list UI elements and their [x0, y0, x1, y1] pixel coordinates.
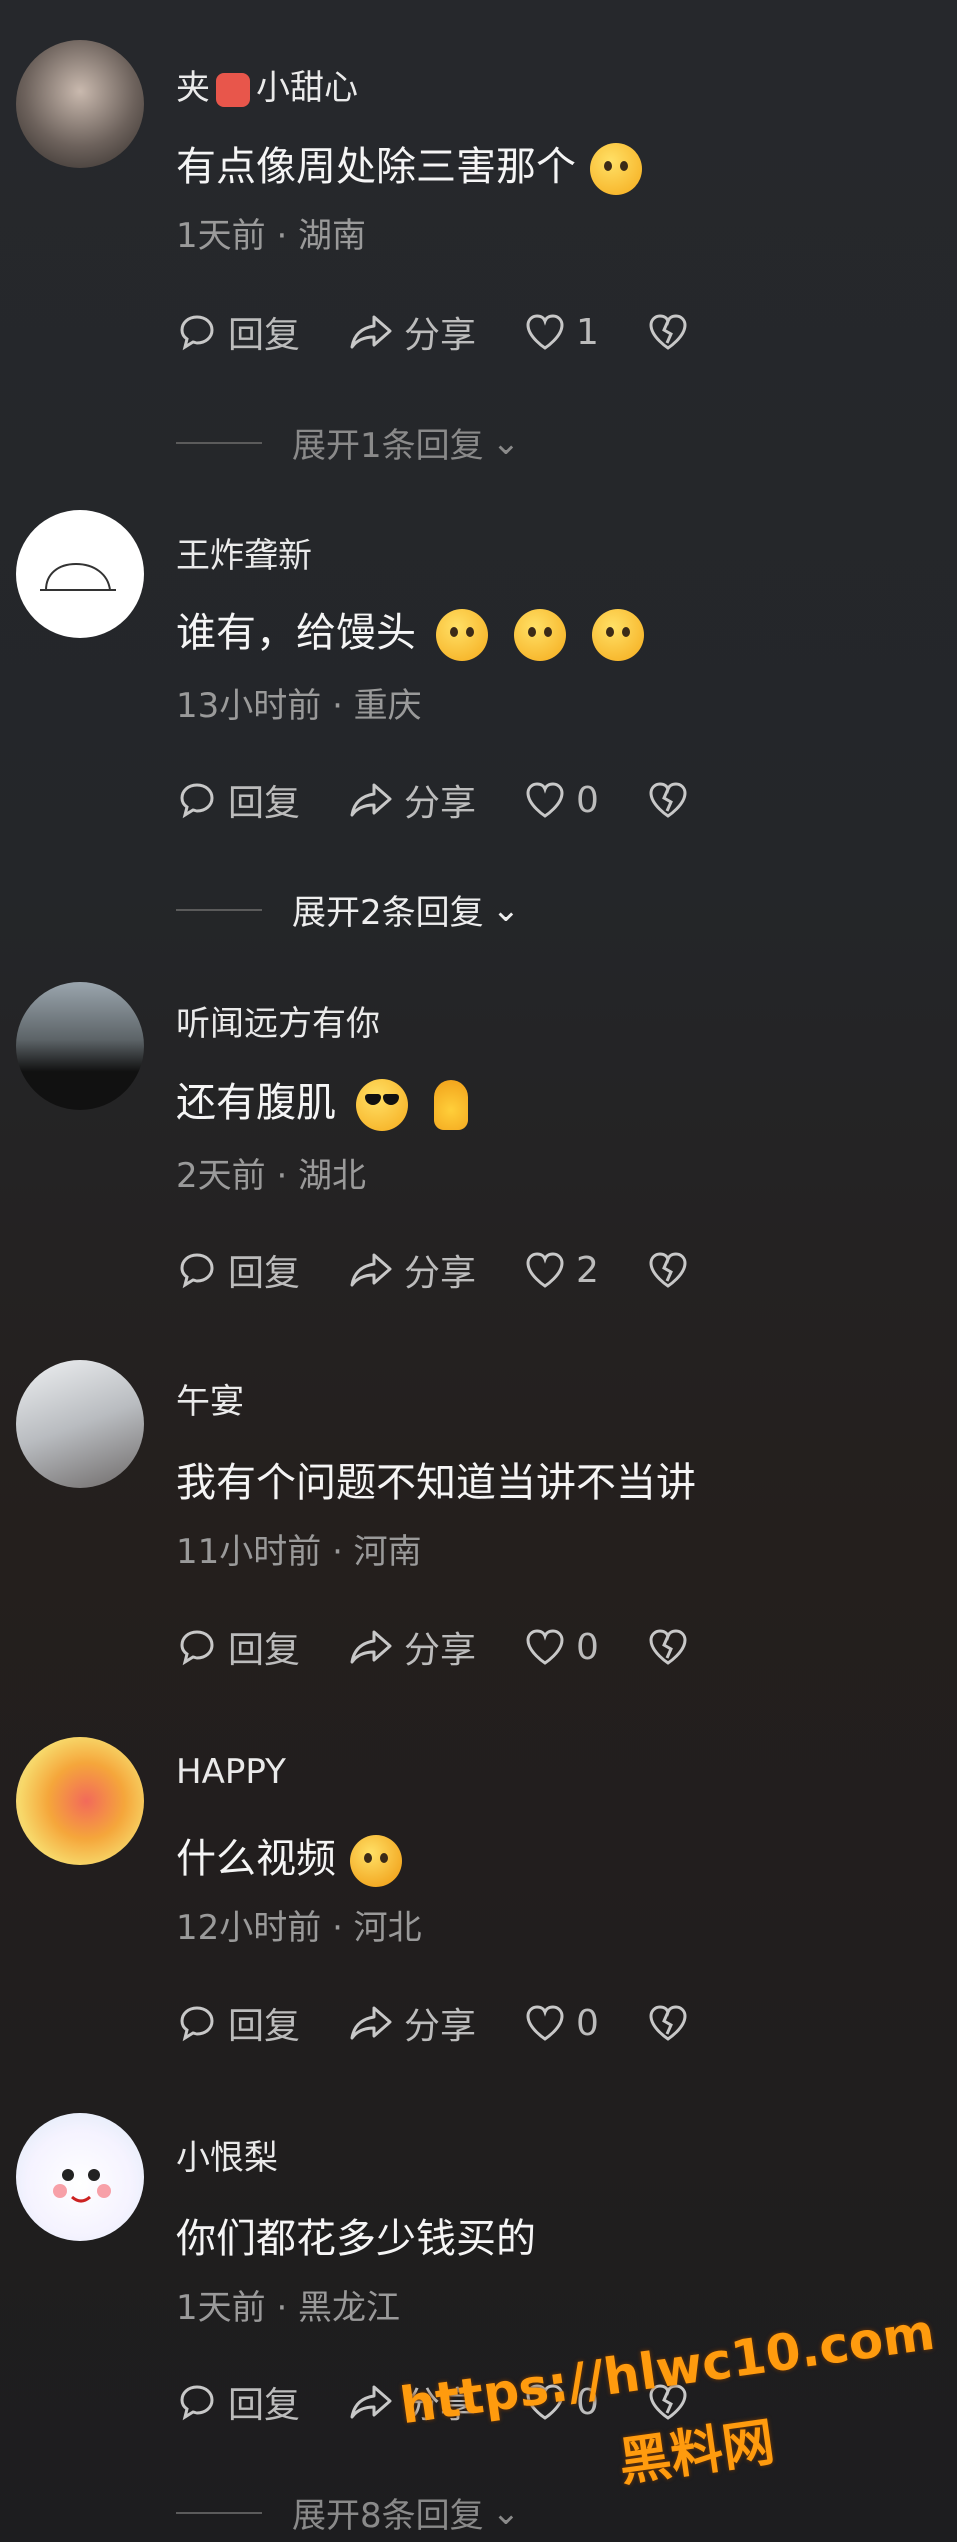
reply-button[interactable]: 回复: [176, 1244, 300, 1296]
comment-username[interactable]: 午宴: [176, 1374, 244, 1423]
comment-text: 有点像周处除三害那个: [176, 134, 642, 195]
reply-bubble-icon: [180, 1630, 214, 1666]
comment-text: 谁有，给馒头: [176, 600, 644, 661]
comment-actions: 回复 分享 0: [176, 1620, 747, 1674]
salute-emoji-icon: [514, 609, 566, 661]
comment-meta: 2天前 · 湖北: [176, 1156, 367, 1196]
emoji-icon: [216, 72, 250, 107]
share-button[interactable]: 分享: [348, 774, 476, 826]
avatar[interactable]: [16, 510, 144, 638]
divider-line: [176, 441, 262, 444]
broken-heart-icon: [649, 2005, 687, 2041]
chevron-down-icon: ⌄: [491, 422, 521, 463]
comment-actions: 回复 分享 0: [176, 773, 747, 827]
heart-icon: [526, 782, 564, 818]
expand-replies-button[interactable]: 展开8条回复 ⌄: [176, 2488, 520, 2537]
dislike-button[interactable]: [647, 780, 699, 820]
reply-button[interactable]: 回复: [176, 1621, 300, 1673]
like-button[interactable]: 1: [524, 312, 599, 353]
comment-meta: 13小时前 · 重庆: [176, 686, 422, 726]
comment-actions: 回复 分享 2: [176, 1243, 747, 1297]
broken-heart-icon: [649, 1629, 687, 1665]
avatar[interactable]: [16, 1360, 144, 1488]
heart-icon: [526, 2005, 564, 2041]
avatar[interactable]: [16, 40, 144, 168]
share-button[interactable]: 分享: [348, 306, 476, 358]
hat-sketch-icon: [40, 562, 116, 591]
share-button[interactable]: 分享: [348, 1621, 476, 1673]
like-button[interactable]: 0: [524, 1627, 599, 1668]
comment-meta: 1天前 · 湖南: [176, 216, 367, 256]
share-button[interactable]: 分享: [348, 1997, 476, 2049]
reply-bubble-icon: [180, 1253, 214, 1289]
comment-meta: 11小时前 · 河南: [176, 1532, 422, 1572]
salute-emoji-icon: [592, 609, 644, 661]
chevron-down-icon: ⌄: [491, 2492, 521, 2533]
like-button[interactable]: 0: [524, 780, 599, 821]
comment-text: 什么视频: [176, 1826, 402, 1887]
share-button[interactable]: 分享: [348, 1244, 476, 1296]
dislike-button[interactable]: [647, 2003, 699, 2043]
comment-username[interactable]: 王炸聋新: [176, 528, 312, 577]
comment-meta: 12小时前 · 河北: [176, 1908, 422, 1948]
reply-button[interactable]: 回复: [176, 774, 300, 826]
share-arrow-icon: [350, 2006, 392, 2040]
heart-icon: [526, 314, 564, 350]
dislike-button[interactable]: [647, 1250, 699, 1290]
broken-heart-icon: [649, 1252, 687, 1288]
share-arrow-icon: [350, 1630, 392, 1664]
comment-text: 你们都花多少钱买的: [176, 2216, 536, 2262]
reply-button[interactable]: 回复: [176, 306, 300, 358]
avatar[interactable]: [16, 2113, 144, 2241]
salute-emoji-icon: [436, 609, 488, 661]
heart-icon: [526, 1252, 564, 1288]
reply-bubble-icon: [180, 783, 214, 819]
reply-button[interactable]: 回复: [176, 1997, 300, 2049]
dislike-button[interactable]: [647, 312, 699, 352]
comment-meta: 1天前 · 黑龙江: [176, 2288, 401, 2328]
comment-username[interactable]: 听闻远方有你: [176, 996, 380, 1045]
comment-actions: 回复 分享 1: [176, 305, 747, 359]
comment-actions: 回复 分享 0: [176, 1996, 747, 2050]
divider-line: [176, 908, 262, 911]
reply-bubble-icon: [180, 2006, 214, 2042]
cartoon-face-icon: [53, 2169, 111, 2203]
avatar[interactable]: [16, 1737, 144, 1865]
reply-bubble-icon: [180, 315, 214, 351]
expand-replies-button[interactable]: 展开2条回复 ⌄: [176, 885, 520, 934]
comment-text: 我有个问题不知道当讲不当讲: [176, 1460, 696, 1506]
share-arrow-icon: [350, 2385, 392, 2419]
chevron-down-icon: ⌄: [491, 889, 521, 930]
dislike-button[interactable]: [647, 1627, 699, 1667]
like-button[interactable]: 0: [524, 2003, 599, 2044]
share-arrow-icon: [350, 315, 392, 349]
divider-line: [176, 2511, 262, 2514]
share-arrow-icon: [350, 1253, 392, 1287]
like-button[interactable]: 2: [524, 1250, 599, 1291]
reply-button[interactable]: 回复: [176, 2376, 300, 2428]
heart-icon: [526, 1629, 564, 1665]
comment-username[interactable]: 夹小甜心: [176, 60, 358, 109]
broken-heart-icon: [649, 782, 687, 818]
reply-bubble-icon: [180, 2385, 214, 2421]
thinking-emoji-icon: [590, 143, 642, 195]
crying-emoji-icon: [350, 1835, 402, 1887]
thumbs-up-icon: [434, 1080, 468, 1130]
comment-username[interactable]: HAPPY: [176, 1752, 286, 1792]
sunglasses-emoji-icon: [356, 1079, 408, 1131]
broken-heart-icon: [649, 314, 687, 350]
expand-replies-button[interactable]: 展开1条回复 ⌄: [176, 418, 520, 467]
comment-username[interactable]: 小恨梨: [176, 2130, 278, 2179]
share-arrow-icon: [350, 783, 392, 817]
avatar[interactable]: [16, 982, 144, 1110]
comment-text: 还有腹肌: [176, 1070, 468, 1131]
